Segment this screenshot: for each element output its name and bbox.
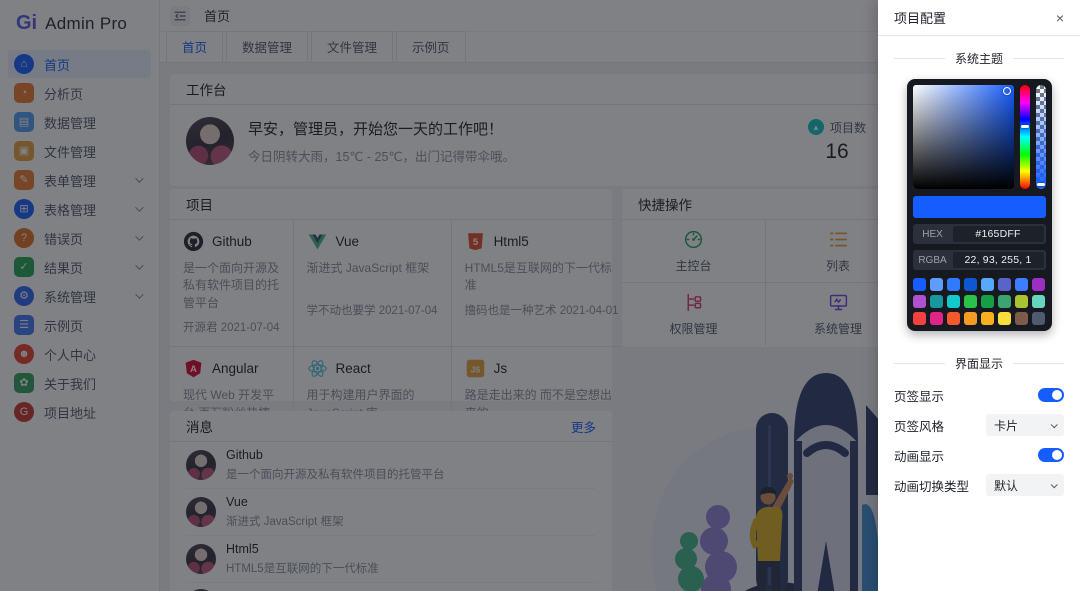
saturation-area[interactable] [912,85,1014,189]
swatch-grid [913,278,1046,325]
swatch-color[interactable] [981,295,994,308]
setting-label: 动画显示 [894,449,945,464]
setting-row-tabs-visible: 页签显示 [894,384,1064,406]
setting-row-animation-visible: 动画显示 [894,444,1064,466]
swatch-color[interactable] [947,278,960,291]
tab-style-select[interactable]: 卡片 [986,414,1064,436]
swatch-color[interactable] [1015,295,1028,308]
swatch-color[interactable] [964,295,977,308]
animation-type-select[interactable]: 默认 [986,474,1064,496]
swatch-color[interactable] [913,295,926,308]
setting-label: 页签显示 [894,389,945,404]
swatch-color[interactable] [1015,312,1028,325]
swatch-color[interactable] [947,312,960,325]
swatch-color[interactable] [930,312,943,325]
color-preview [912,196,1046,218]
swatch-color[interactable] [998,312,1011,325]
chevron-down-icon [1050,480,1058,488]
close-icon[interactable]: × [1056,11,1064,25]
animation-toggle[interactable] [1038,448,1064,462]
color-picker: HEX #165DFF RGBA 22, 93, 255, 1 [906,79,1052,331]
swatch-color[interactable] [1032,295,1045,308]
setting-label: 动画切换类型 [894,479,970,494]
swatch-color[interactable] [1032,278,1045,291]
theme-section-divider: 系统主题 [894,50,1064,67]
alpha-slider[interactable] [1035,85,1046,189]
tabs-visible-toggle[interactable] [1038,388,1064,402]
swatch-color[interactable] [913,278,926,291]
ui-section-divider: 界面显示 [894,355,1064,372]
setting-row-tab-style: 页签风格 卡片 [894,414,1064,436]
swatch-color[interactable] [964,312,977,325]
theme-section-title: 系统主题 [955,52,1004,66]
hex-input[interactable]: #165DFF [952,226,1044,242]
swatch-color[interactable] [1015,278,1028,291]
settings-drawer: 项目配置 × 系统主题 HEX #165DFF RGBA 22, 93, 255… [878,0,1080,591]
ui-section-title: 界面显示 [955,357,1004,371]
setting-label: 页签风格 [894,419,945,434]
alpha-slider-handle[interactable] [1036,183,1045,186]
swatch-color[interactable] [930,278,943,291]
swatch-color[interactable] [947,295,960,308]
swatch-color[interactable] [930,295,943,308]
hue-slider[interactable] [1019,85,1030,189]
swatch-color[interactable] [964,278,977,291]
rgba-label: RGBA [918,254,947,266]
swatch-color[interactable] [981,278,994,291]
hex-label: HEX [922,228,943,240]
rgba-field: RGBA 22, 93, 255, 1 [912,250,1046,270]
swatch-color[interactable] [1032,312,1045,325]
saturation-cursor[interactable] [1002,87,1011,95]
swatch-color[interactable] [981,312,994,325]
chevron-down-icon [1050,420,1058,428]
hex-field: HEX #165DFF [912,224,1046,244]
swatch-color[interactable] [913,312,926,325]
rgba-input[interactable]: 22, 93, 255, 1 [952,252,1044,268]
select-value: 默认 [994,478,1019,493]
app-window: Gi Admin Pro ⌂ 首页 ◔ 分析页 ▤ 数据管理 ▣ 文件管理 ✎ … [0,0,1080,591]
swatch-color[interactable] [998,278,1011,291]
setting-row-animation-type: 动画切换类型 默认 [894,474,1064,496]
select-value: 卡片 [994,418,1019,433]
drawer-header: 项目配置 × [878,0,1080,36]
drawer-title: 项目配置 [894,11,947,26]
hue-slider-handle[interactable] [1020,124,1029,128]
swatch-color[interactable] [998,295,1011,308]
